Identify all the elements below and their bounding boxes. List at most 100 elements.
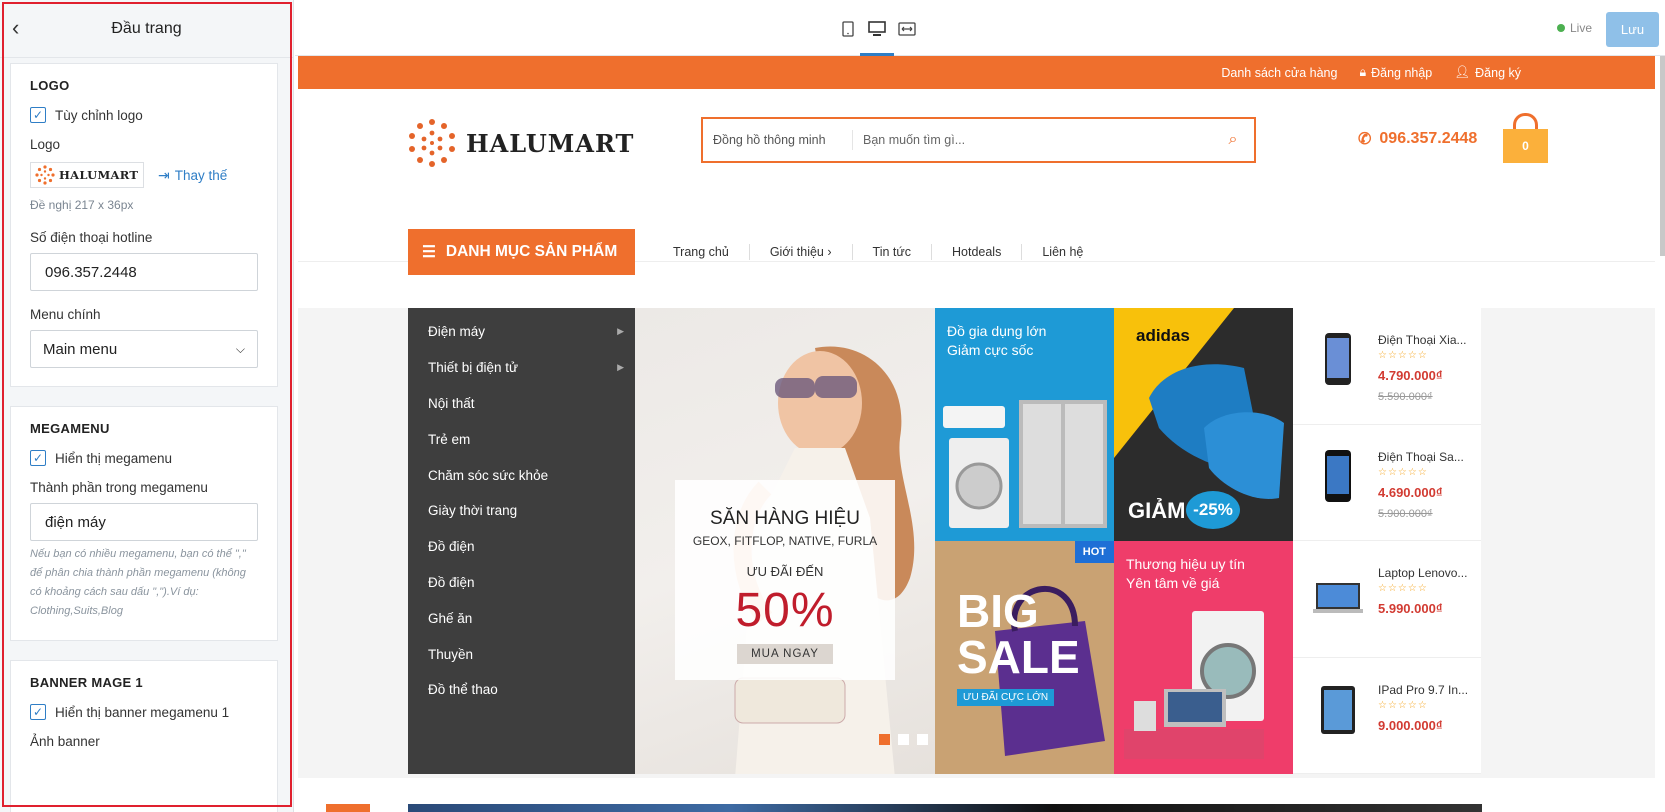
checkmark-icon: ✓ xyxy=(30,704,46,720)
cart-button[interactable]: 0 xyxy=(1503,113,1548,163)
preview-toolbar: Live Lưu xyxy=(295,0,1665,56)
show-megamenu-checkbox[interactable]: ✓ Hiển thị megamenu xyxy=(30,450,258,466)
product-card[interactable]: Điện Thoại Xia... ☆☆☆☆☆ 4.790.000₫ 5.590.00… xyxy=(1293,308,1481,425)
hotline-input[interactable]: 096.357.2448 xyxy=(30,253,258,291)
megamenu-section: MEGAMENU ✓ Hiển thị megamenu Thành phần … xyxy=(10,406,278,641)
custom-logo-label: Tùy chỉnh logo xyxy=(55,107,143,123)
search-category-select[interactable]: Đồng hồ thông minh xyxy=(703,130,853,150)
electronics-illustration-icon xyxy=(1124,611,1264,759)
search-bar: Đồng hồ thông minh Bạn muốn tìm gì... ⌕ xyxy=(701,117,1256,163)
category-item[interactable]: Trẻ em xyxy=(408,421,635,457)
preview-scrollbar[interactable] xyxy=(1660,56,1665,256)
login-link[interactable]: 🔒︎ Đăng nhập xyxy=(1359,65,1432,80)
product-price: 5.990.000₫ xyxy=(1378,601,1443,616)
banner-section: BANNER MAGE 1 ✓ Hiển thị banner megamenu… xyxy=(10,660,278,812)
category-item[interactable]: Đồ điện xyxy=(408,565,635,601)
main-menu-select[interactable]: Main menu ⌵ xyxy=(30,330,258,368)
promo-discount: 50% xyxy=(735,584,835,637)
category-item[interactable]: Đồ điện xyxy=(408,529,635,565)
product-card[interactable]: IPad Pro 9.7 In... ☆☆☆☆☆ 9.000.000₫ xyxy=(1293,658,1481,774)
sidebar-title: Đầu trang xyxy=(111,19,182,37)
product-card[interactable]: Điện Thoại Sa... ☆☆☆☆☆ 4.690.000₫ 5.900.000… xyxy=(1293,425,1481,541)
logo-section: LOGO ✓ Tùy chỉnh logo Logo HALUMART ⇥ Th… xyxy=(10,63,278,387)
star-rating-icon: ☆☆☆☆☆ xyxy=(1378,466,1428,478)
slider-dots xyxy=(879,734,928,745)
promo-line1: SĂN HÀNG HIỆU xyxy=(710,508,860,529)
banner-trusted-brand[interactable]: Thương hiệu uy tín Yên tâm về giá xyxy=(1114,541,1293,774)
nav-home[interactable]: Trang chủ xyxy=(653,244,750,260)
hero-slider[interactable]: SĂN HÀNG HIỆU GEOX, FITFLOP, NATIVE, FUR… xyxy=(635,308,935,774)
live-label: Live xyxy=(1570,21,1593,35)
main-nav: Trang chủ Giới thiệu › Tin tức Hotdeals … xyxy=(653,229,1103,275)
replace-logo-button[interactable]: ⇥ Thay thế xyxy=(158,167,227,184)
back-arrow-icon[interactable]: ‹ xyxy=(12,17,32,41)
nav-news[interactable]: Tin tức xyxy=(853,244,932,260)
chevron-right-icon: ▶ xyxy=(617,362,624,373)
register-link[interactable]: 👤︎ Đăng ký xyxy=(1454,65,1521,80)
store-logo[interactable]: HALUMART xyxy=(408,119,634,167)
logo-label: Logo xyxy=(30,137,61,152)
banner-big-sale[interactable]: HOT BIG SALE ƯU ĐÃI CỰC LỚN xyxy=(935,541,1114,774)
chevron-down-icon: ⌵ xyxy=(235,341,245,356)
mobile-view-icon[interactable] xyxy=(835,18,861,40)
category-item[interactable]: Đồ thể thao xyxy=(408,672,635,708)
nav-hotdeals[interactable]: Hotdeals xyxy=(932,244,1023,260)
product-image-icon xyxy=(1313,330,1363,395)
category-item[interactable]: Giày thời trang xyxy=(408,493,635,529)
category-item[interactable]: Ghế ăn xyxy=(408,600,635,636)
logo-thumbnail-text: HALUMART xyxy=(59,168,139,182)
category-item-label: Chăm sóc sức khỏe xyxy=(428,467,549,483)
checkmark-icon: ✓ xyxy=(30,450,46,466)
buy-now-button[interactable]: MUA NGAY xyxy=(737,644,833,664)
nav-about[interactable]: Giới thiệu › xyxy=(750,244,853,260)
category-item[interactable]: Điện máy ▶ xyxy=(408,314,635,350)
nav-contact[interactable]: Liên hệ xyxy=(1022,244,1103,260)
promo-line3: ƯU ĐÃI ĐẾN xyxy=(746,564,824,579)
product-price: 9.000.000₫ xyxy=(1378,717,1443,733)
product-price: 4.690.000₫ xyxy=(1378,484,1443,500)
category-menu-button[interactable]: ☰ DANH MỤC SẢN PHẨM xyxy=(408,229,635,275)
megamenu-components-input[interactable]: điện máy xyxy=(30,503,258,541)
megamenu-components-label: Thành phần trong megamenu xyxy=(30,480,208,495)
logo-row: HALUMART ⇥ Thay thế xyxy=(30,162,258,188)
banner-adidas[interactable]: adidas GIẢM -25% xyxy=(1114,308,1293,541)
category-item[interactable]: Chăm sóc sức khỏe xyxy=(408,457,635,493)
appliances-illustration-icon xyxy=(943,400,1107,528)
desktop-view-icon[interactable] xyxy=(860,18,894,56)
slider-dot[interactable] xyxy=(879,734,890,745)
show-banner-label: Hiển thị banner megamenu 1 xyxy=(55,704,230,720)
banner-section-heading: BANNER MAGE 1 xyxy=(30,675,143,690)
category-item-label: Điện máy xyxy=(428,324,486,340)
save-button[interactable]: Lưu xyxy=(1606,12,1659,47)
live-dot-icon xyxy=(1557,24,1565,32)
banner-image-label: Ảnh banner xyxy=(30,734,100,749)
category-item[interactable]: Thiết bị điện tử ▶ xyxy=(408,350,635,386)
custom-logo-checkbox[interactable]: ✓ Tùy chỉnh logo xyxy=(30,107,258,123)
utility-bar: Danh sách cửa hàng 🔒︎ Đăng nhập 👤︎ Đăng ký xyxy=(298,56,1655,89)
megamenu-section-heading: MEGAMENU xyxy=(30,421,110,436)
product-card[interactable]: Laptop Lenovo... ☆☆☆☆☆ 5.990.000₫ xyxy=(1293,541,1481,658)
slider-dot[interactable] xyxy=(917,734,928,745)
category-item-label: Thuyền xyxy=(428,646,474,662)
logo-size-hint: Đề nghị 217 x 36px xyxy=(30,198,134,212)
banner-appliances[interactable]: Đồ gia dụng lớn Giảm cực sốc xyxy=(935,308,1114,541)
sale-label: SALE xyxy=(957,631,1080,683)
product-name: Laptop Lenovo... xyxy=(1378,566,1468,580)
search-input[interactable]: Bạn muốn tìm gì... xyxy=(853,133,1212,147)
big-label: BIG xyxy=(957,585,1039,637)
store-list-label: Danh sách cửa hàng xyxy=(1221,65,1338,80)
full-width-view-icon[interactable] xyxy=(894,18,920,40)
search-icon[interactable]: ⌕ xyxy=(1212,131,1254,149)
product-image-icon xyxy=(1313,447,1363,512)
store-hotline[interactable]: ✆ 096.357.2448 xyxy=(1358,129,1477,149)
settings-sidebar: ‹ Đầu trang LOGO ✓ Tùy chỉnh logo Logo H… xyxy=(0,0,294,812)
cart-count: 0 xyxy=(1503,129,1548,163)
product-name: Điện Thoại Sa... xyxy=(1378,449,1464,464)
category-item[interactable]: Thuyền xyxy=(408,636,635,672)
show-banner-checkbox[interactable]: ✓ Hiển thị banner megamenu 1 xyxy=(30,704,258,720)
store-navbar: ☰ DANH MỤC SẢN PHẨM Trang chủ Giới thiệu… xyxy=(408,229,1492,275)
slider-dot[interactable] xyxy=(898,734,909,745)
store-list-link[interactable]: Danh sách cửa hàng xyxy=(1221,66,1337,80)
category-item[interactable]: Nội thất xyxy=(408,386,635,422)
category-item-label: Nội thất xyxy=(428,395,475,411)
